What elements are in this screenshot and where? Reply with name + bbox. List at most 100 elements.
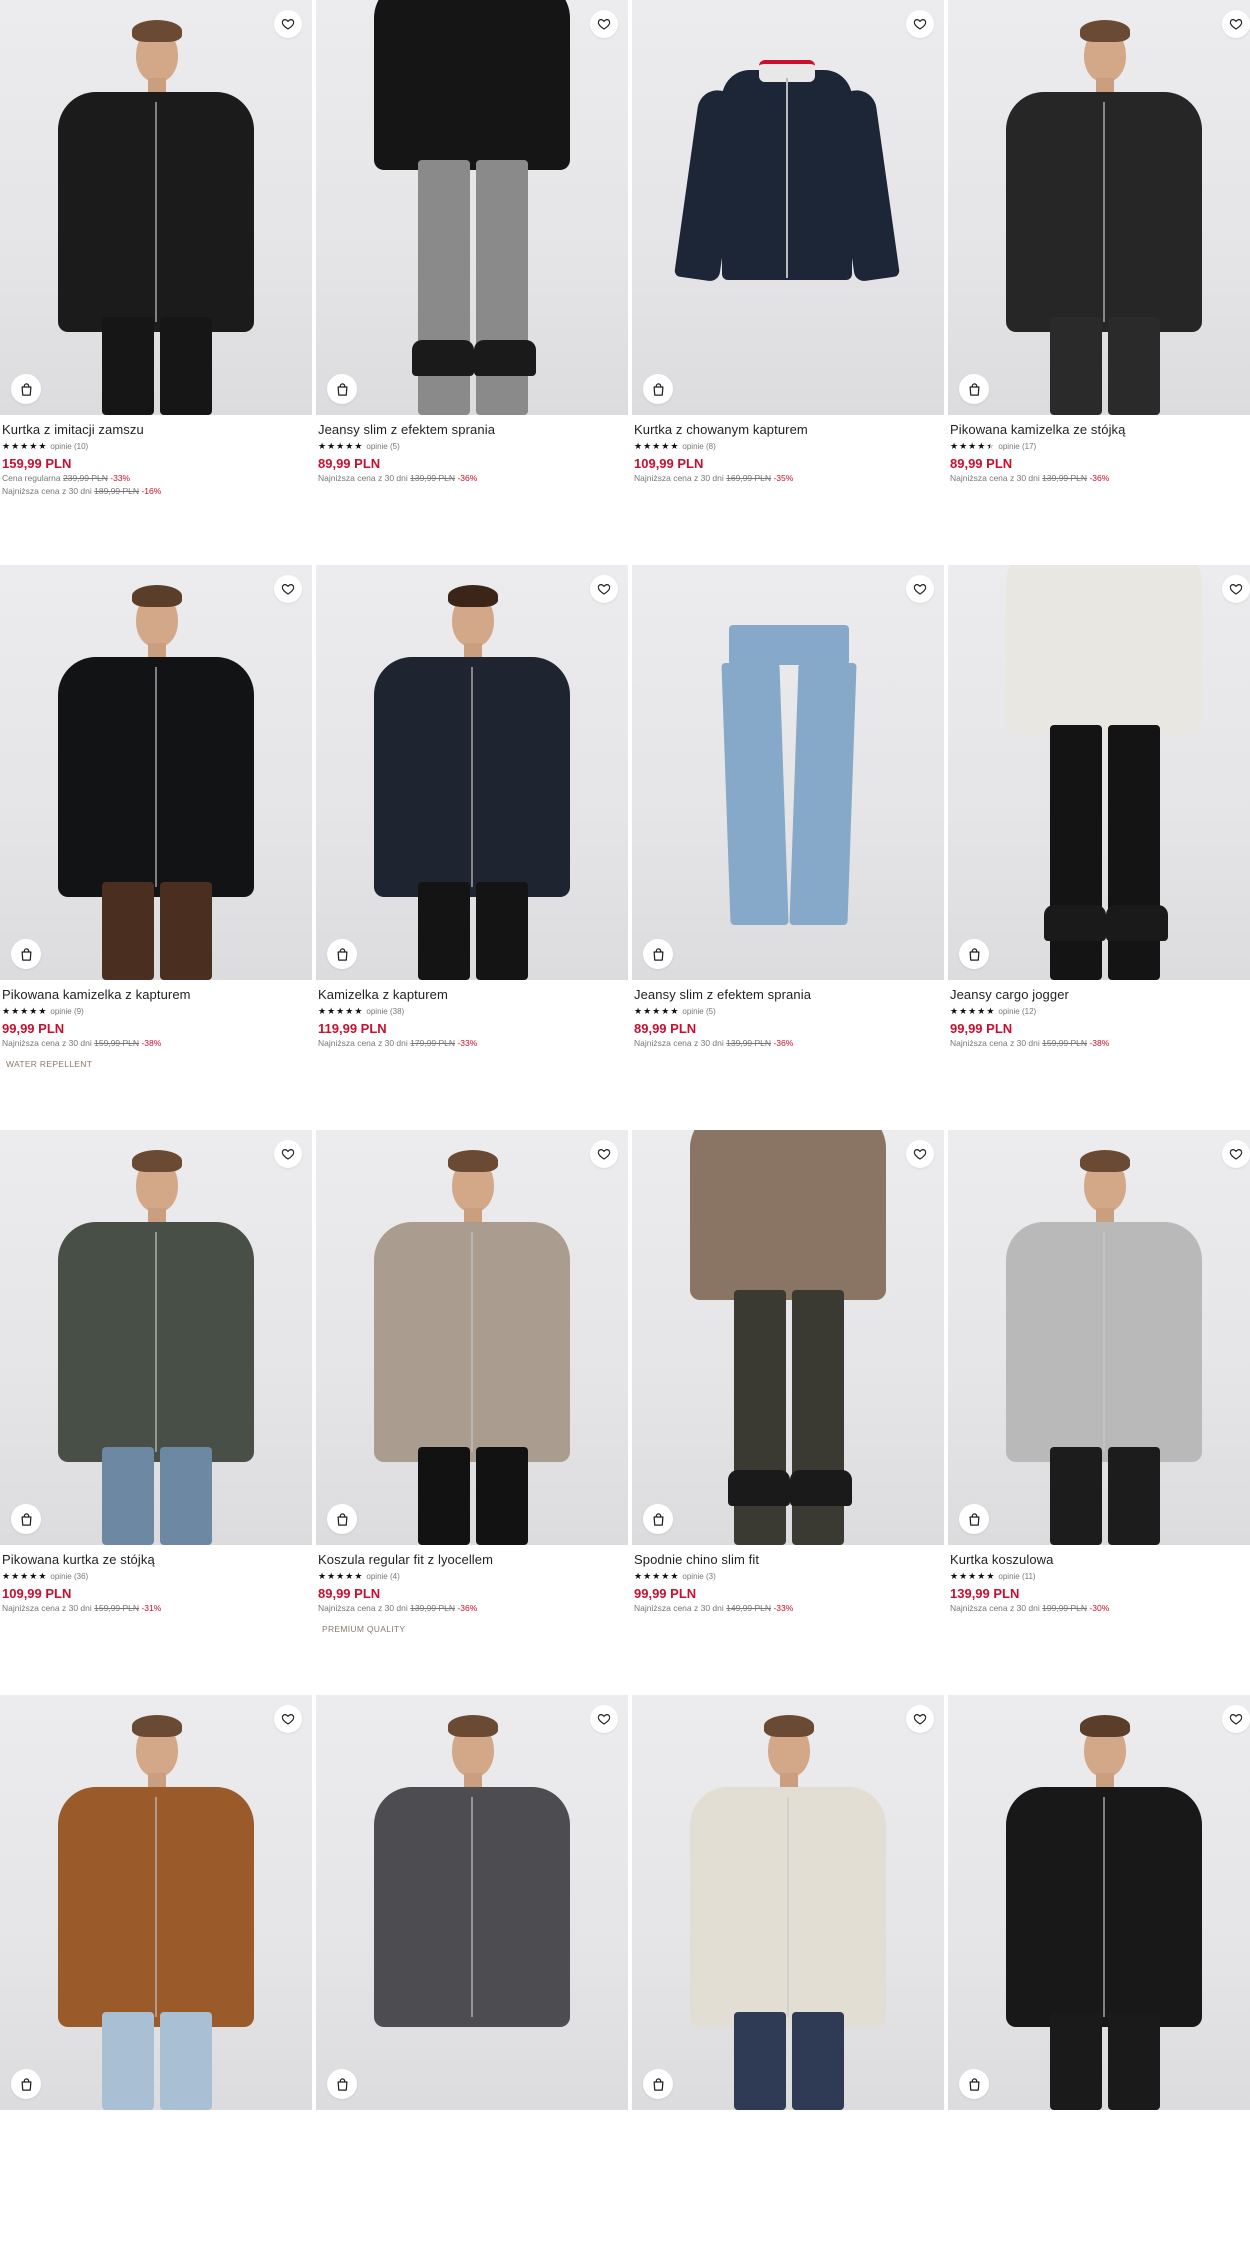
product-card[interactable]: Kurtka koszulowa ★ ★ ★ ★ ★ opinie (11) 139,99 P… xyxy=(948,1130,1250,1695)
add-to-bag-icon[interactable] xyxy=(11,1504,41,1534)
product-card[interactable]: Kamizelka z kapturem ★ ★ ★ ★ ★ opinie (38) 119,… xyxy=(316,565,628,1130)
product-image[interactable] xyxy=(948,0,1250,415)
product-image[interactable] xyxy=(0,1695,312,2110)
product-name[interactable]: Koszula regular fit z lyocellem xyxy=(318,1552,626,1568)
wishlist-heart-icon[interactable] xyxy=(274,1140,302,1168)
wishlist-heart-icon[interactable] xyxy=(906,575,934,603)
product-card[interactable] xyxy=(948,1695,1250,2260)
product-image[interactable] xyxy=(632,1130,944,1545)
price-history-line: Najniższa cena z 30 dni 179,99 PLN -33% xyxy=(318,1037,626,1050)
review-count[interactable]: opinie (4) xyxy=(366,1572,399,1581)
product-name[interactable]: Pikowana kurtka ze stójką xyxy=(2,1552,310,1568)
product-name[interactable]: Kurtka z chowanym kapturem xyxy=(634,422,942,438)
rating-stars: ★ ★ ★ ★ ★ xyxy=(950,441,994,451)
product-card[interactable]: Pikowana kurtka ze stójką ★ ★ ★ ★ ★ opinie (36… xyxy=(0,1130,312,1695)
product-name[interactable]: Jeansy cargo jogger xyxy=(950,987,1250,1003)
discount-percent: -36% xyxy=(457,1603,478,1613)
add-to-bag-icon[interactable] xyxy=(327,939,357,969)
product-card[interactable] xyxy=(316,1695,628,2260)
review-count[interactable]: opinie (5) xyxy=(682,1007,715,1016)
add-to-bag-icon[interactable] xyxy=(643,2069,673,2099)
wishlist-heart-icon[interactable] xyxy=(590,1140,618,1168)
product-card[interactable]: Pikowana kamizelka z kapturem ★ ★ ★ ★ ★ opinie… xyxy=(0,565,312,1130)
product-image[interactable] xyxy=(948,1130,1250,1545)
add-to-bag-icon[interactable] xyxy=(643,1504,673,1534)
product-card[interactable]: Pikowana kamizelka ze stójką ★ ★ ★ ★ ★ opinie … xyxy=(948,0,1250,565)
wishlist-heart-icon[interactable] xyxy=(906,1140,934,1168)
old-price: 199,99 PLN xyxy=(1042,1603,1088,1613)
wishlist-heart-icon[interactable] xyxy=(274,1705,302,1733)
review-count[interactable]: opinie (10) xyxy=(50,442,88,451)
add-to-bag-icon[interactable] xyxy=(327,374,357,404)
price-history-label: Najniższa cena z 30 dni xyxy=(318,473,408,483)
wishlist-heart-icon[interactable] xyxy=(1222,1140,1250,1168)
product-card[interactable]: Koszula regular fit z lyocellem ★ ★ ★ ★ ★ opin… xyxy=(316,1130,628,1695)
add-to-bag-icon[interactable] xyxy=(11,939,41,969)
wishlist-heart-icon[interactable] xyxy=(906,10,934,38)
product-image[interactable] xyxy=(316,1695,628,2110)
product-image[interactable] xyxy=(948,1695,1250,2110)
wishlist-heart-icon[interactable] xyxy=(1222,10,1250,38)
product-card[interactable]: Jeansy slim z efektem sprania ★ ★ ★ ★ ★ opinie… xyxy=(316,0,628,565)
product-image[interactable] xyxy=(316,1130,628,1545)
review-count[interactable]: opinie (12) xyxy=(998,1007,1036,1016)
product-card[interactable]: Kurtka z chowanym kapturem ★ ★ ★ ★ ★ opinie (8… xyxy=(632,0,944,565)
add-to-bag-icon[interactable] xyxy=(959,1504,989,1534)
review-count[interactable]: opinie (17) xyxy=(998,442,1036,451)
wishlist-heart-icon[interactable] xyxy=(1222,575,1250,603)
review-count[interactable]: opinie (3) xyxy=(682,1572,715,1581)
review-count[interactable]: opinie (11) xyxy=(998,1572,1035,1581)
product-name[interactable]: Kurtka z imitacji zamszu xyxy=(2,422,310,438)
wishlist-heart-icon[interactable] xyxy=(590,1705,618,1733)
product-card[interactable]: Jeansy cargo jogger ★ ★ ★ ★ ★ opinie (12) 99,99… xyxy=(948,565,1250,1130)
discount-percent: -38% xyxy=(1089,1038,1110,1048)
product-illustration xyxy=(632,1695,944,2110)
product-rating: ★ ★ ★ ★ ★ opinie (38) xyxy=(318,1005,626,1017)
star-icon: ★ xyxy=(652,1006,661,1016)
product-name[interactable]: Jeansy slim z efektem sprania xyxy=(634,987,942,1003)
product-name[interactable]: Kurtka koszulowa xyxy=(950,1552,1250,1568)
add-to-bag-icon[interactable] xyxy=(327,2069,357,2099)
wishlist-heart-icon[interactable] xyxy=(906,1705,934,1733)
product-image[interactable] xyxy=(0,565,312,980)
star-icon: ★ xyxy=(643,1006,652,1016)
product-image[interactable] xyxy=(316,565,628,980)
product-info: Kamizelka z kapturem ★ ★ ★ ★ ★ opinie (38) 119,… xyxy=(316,980,628,1050)
review-count[interactable]: opinie (36) xyxy=(50,1572,88,1581)
add-to-bag-icon[interactable] xyxy=(643,939,673,969)
product-card[interactable]: Jeansy slim z efektem sprania ★ ★ ★ ★ ★ opinie… xyxy=(632,565,944,1130)
add-to-bag-icon[interactable] xyxy=(327,1504,357,1534)
product-name[interactable]: Jeansy slim z efektem sprania xyxy=(318,422,626,438)
product-image[interactable] xyxy=(0,0,312,415)
star-icon: ★ xyxy=(2,441,11,451)
product-name[interactable]: Pikowana kamizelka ze stójką xyxy=(950,422,1250,438)
add-to-bag-icon[interactable] xyxy=(959,939,989,969)
product-name[interactable]: Pikowana kamizelka z kapturem xyxy=(2,987,310,1003)
wishlist-heart-icon[interactable] xyxy=(1222,1705,1250,1733)
product-image[interactable] xyxy=(948,565,1250,980)
product-image[interactable] xyxy=(0,1130,312,1545)
product-card[interactable]: Spodnie chino slim fit ★ ★ ★ ★ ★ opinie (3) 99,… xyxy=(632,1130,944,1695)
add-to-bag-icon[interactable] xyxy=(643,374,673,404)
wishlist-heart-icon[interactable] xyxy=(590,575,618,603)
product-card[interactable] xyxy=(0,1695,312,2260)
product-image[interactable] xyxy=(316,0,628,415)
add-to-bag-icon[interactable] xyxy=(11,374,41,404)
product-image[interactable] xyxy=(632,565,944,980)
wishlist-heart-icon[interactable] xyxy=(590,10,618,38)
review-count[interactable]: opinie (38) xyxy=(366,1007,404,1016)
product-card[interactable]: Kurtka z imitacji zamszu ★ ★ ★ ★ ★ opinie (10)… xyxy=(0,0,312,565)
add-to-bag-icon[interactable] xyxy=(959,374,989,404)
wishlist-heart-icon[interactable] xyxy=(274,575,302,603)
product-image[interactable] xyxy=(632,1695,944,2110)
review-count[interactable]: opinie (8) xyxy=(682,442,715,451)
product-name[interactable]: Spodnie chino slim fit xyxy=(634,1552,942,1568)
review-count[interactable]: opinie (9) xyxy=(50,1007,83,1016)
add-to-bag-icon[interactable] xyxy=(11,2069,41,2099)
add-to-bag-icon[interactable] xyxy=(959,2069,989,2099)
product-image[interactable] xyxy=(632,0,944,415)
product-card[interactable] xyxy=(632,1695,944,2260)
product-name[interactable]: Kamizelka z kapturem xyxy=(318,987,626,1003)
review-count[interactable]: opinie (5) xyxy=(366,442,399,451)
wishlist-heart-icon[interactable] xyxy=(274,10,302,38)
